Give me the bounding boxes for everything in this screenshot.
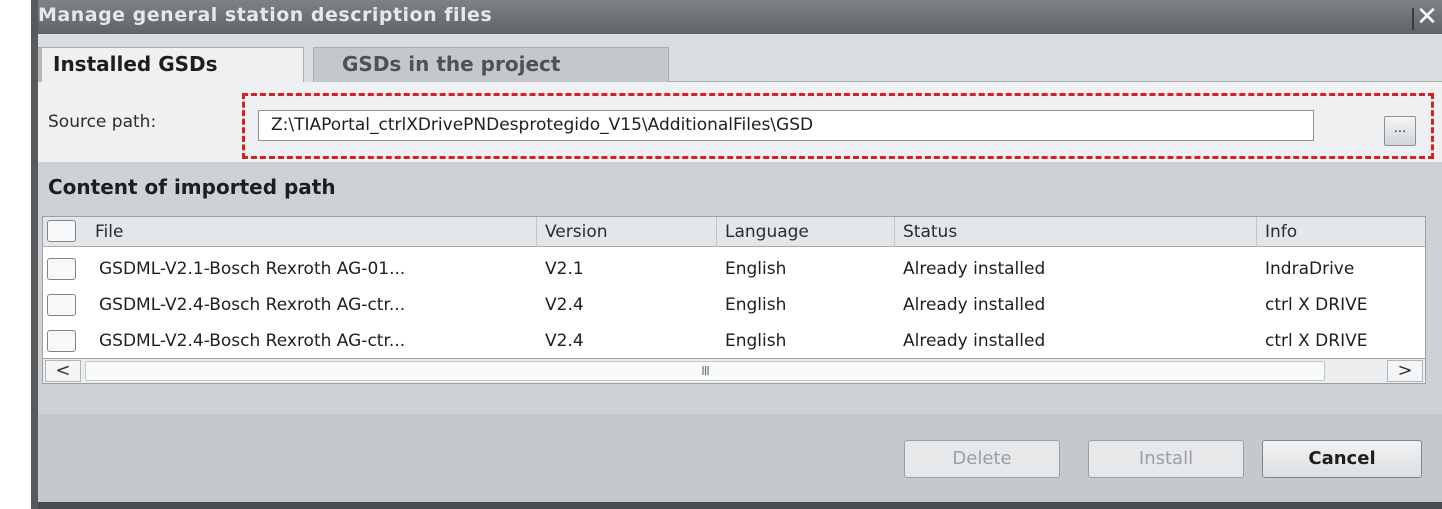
table-row[interactable]: GSDML-V2.4-Bosch Rexroth AG-ctr... V2.4 … (43, 291, 1425, 319)
row-checkbox[interactable] (47, 330, 76, 352)
browse-button[interactable]: ... (1384, 116, 1416, 146)
dialog-title: Manage general station description files (38, 4, 493, 26)
cell-file: GSDML-V2.1-Bosch Rexroth AG-01... (99, 259, 406, 279)
cell-version: V2.4 (545, 331, 584, 351)
background-window-edge (0, 0, 38, 509)
gsd-table: File Version Language Status Info GSDML-… (42, 216, 1426, 360)
scroll-left-icon[interactable]: < (45, 360, 81, 382)
cell-language: English (725, 331, 787, 351)
column-file[interactable]: File (87, 217, 537, 247)
gsd-dialog: Manage general station description files… (38, 0, 1442, 509)
horizontal-scrollbar[interactable]: < III > (42, 358, 1426, 384)
cancel-button[interactable]: Cancel (1262, 440, 1422, 478)
scroll-right-icon[interactable]: > (1387, 360, 1423, 382)
cell-language: English (725, 295, 787, 315)
select-all-checkbox[interactable] (47, 220, 76, 242)
scrollbar-thumb[interactable]: III (85, 361, 1325, 381)
dialog-bottom-border (38, 502, 1442, 509)
source-path-panel: Source path: Z:\TIAPortal_ctrlXDrivePNDe… (38, 82, 1442, 162)
cell-status: Already installed (903, 295, 1046, 315)
content-heading: Content of imported path (48, 175, 336, 199)
cell-file: GSDML-V2.4-Bosch Rexroth AG-ctr... (99, 295, 406, 315)
cell-info: ctrl X DRIVE (1265, 295, 1368, 315)
cell-info: IndraDrive (1265, 259, 1355, 279)
cell-info: ctrl X DRIVE (1265, 331, 1368, 351)
header-select (43, 217, 87, 247)
row-checkbox[interactable] (47, 258, 76, 280)
cell-version: V2.1 (545, 259, 584, 279)
cell-status: Already installed (903, 259, 1046, 279)
source-path-input[interactable]: Z:\TIAPortal_ctrlXDrivePNDesprotegido_V1… (258, 110, 1314, 141)
cell-file: GSDML-V2.4-Bosch Rexroth AG-ctr... (99, 331, 406, 351)
column-version[interactable]: Version (537, 217, 717, 247)
source-path-label: Source path: (48, 112, 157, 132)
tab-strip: Installed GSDs GSDs in the project (38, 34, 1442, 82)
window-border (31, 0, 38, 509)
table-header: File Version Language Status Info (43, 217, 1425, 247)
close-icon[interactable]: ✕ (1412, 4, 1442, 30)
tab-installed-gsds[interactable]: Installed GSDs (38, 47, 304, 82)
column-status[interactable]: Status (895, 217, 1257, 247)
title-bar: Manage general station description files… (38, 0, 1442, 34)
cell-version: V2.4 (545, 295, 584, 315)
install-button[interactable]: Install (1088, 440, 1244, 478)
column-info[interactable]: Info (1257, 217, 1425, 247)
table-row[interactable]: GSDML-V2.1-Bosch Rexroth AG-01... V2.1 E… (43, 255, 1425, 283)
table-row[interactable]: GSDML-V2.4-Bosch Rexroth AG-ctr... V2.4 … (43, 327, 1425, 355)
cell-language: English (725, 259, 787, 279)
cell-status: Already installed (903, 331, 1046, 351)
button-bar: Delete Install Cancel (38, 414, 1442, 509)
row-checkbox[interactable] (47, 294, 76, 316)
column-language[interactable]: Language (717, 217, 895, 247)
delete-button[interactable]: Delete (904, 440, 1060, 478)
tab-gsds-in-project[interactable]: GSDs in the project (313, 47, 669, 82)
